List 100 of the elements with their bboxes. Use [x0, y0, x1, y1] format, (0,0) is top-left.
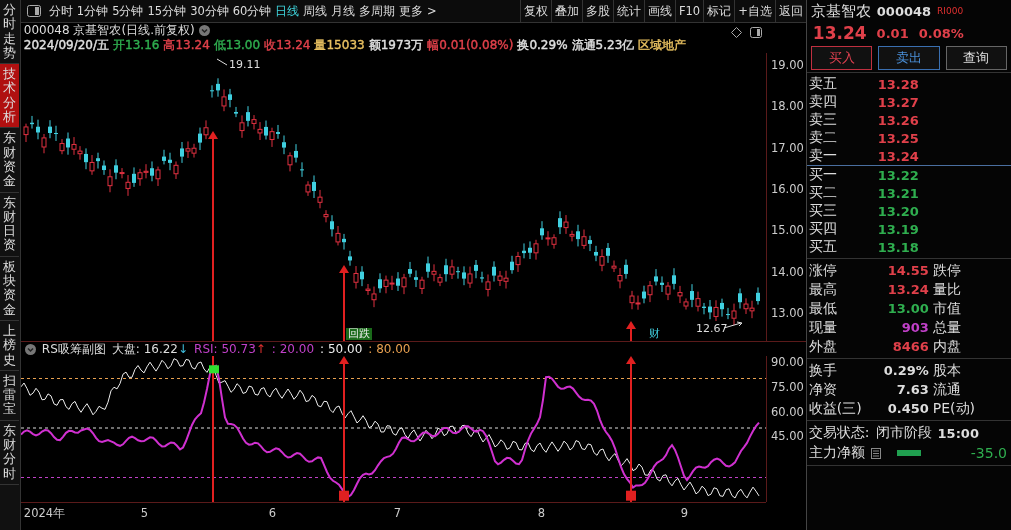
axis-tick: 75.00 [770, 379, 804, 394]
stat-label: 流通 [932, 380, 961, 399]
down-arrow-icon: ↓ [178, 342, 189, 356]
quote-value: 高13.24 [163, 37, 210, 54]
order-level-label: 买一 [808, 166, 838, 184]
period-tab[interactable]: 15分钟 [145, 3, 189, 19]
order-price: 13.27 [876, 94, 919, 110]
chart-title: 000048 京基智农(日线.前复权) [23, 22, 195, 39]
toolbar-button[interactable]: 统计 [612, 0, 644, 22]
side-tab[interactable]: 东财日资 [0, 192, 19, 257]
axis-tick: 60.00 [770, 404, 804, 419]
quote-value: 量15033 [314, 37, 365, 54]
mid-line-value: : 50.00 [320, 342, 363, 356]
signal-marker [338, 490, 349, 501]
stat-value: 13.24 [886, 282, 930, 297]
order-level-label: 买五 [808, 238, 838, 256]
trade-button[interactable]: 查询 [945, 46, 1007, 70]
axis-tick: 16.00 [770, 181, 804, 196]
toolbar-button[interactable]: F10 [674, 0, 704, 22]
order-level-label: 卖五 [808, 75, 838, 93]
period-tab[interactable]: 分时 [46, 3, 75, 19]
order-level-label: 卖二 [808, 129, 838, 147]
up-arrow-icon: ↑ [255, 342, 266, 356]
period-tab[interactable]: 月线 [329, 3, 358, 19]
period-tab[interactable]: 1分钟 [74, 3, 111, 19]
price-change: 0.01 [876, 25, 909, 41]
axis-tick: 13.00 [770, 305, 804, 320]
period-tab[interactable]: 周线 [301, 3, 330, 19]
toolbar-button[interactable]: 标记 [703, 0, 735, 22]
trade-button[interactable]: 买入 [810, 46, 873, 70]
quote-value: 低13.00 [213, 37, 261, 54]
quote-value: 换0.29% [517, 37, 568, 54]
high-price-label: 19.11 [228, 58, 261, 71]
trade-button[interactable]: 卖出 [878, 46, 940, 70]
toolbar-button[interactable]: 复权 [519, 0, 551, 22]
period-tab[interactable]: 60分钟 [230, 3, 274, 19]
stat-value: 13.00 [886, 301, 930, 316]
main-force-value: -35.0 [970, 445, 1008, 461]
side-tab[interactable]: 技术分析 [0, 64, 19, 129]
panel-toggle-icon[interactable] [26, 5, 41, 17]
period-tab[interactable]: 更多 > [397, 3, 439, 19]
side-tab[interactable]: 东财分时 [0, 420, 19, 485]
stat-label: PE(动) [932, 399, 976, 418]
quote-value: 收13.24 [264, 37, 311, 54]
panel-toggle-icon[interactable] [749, 27, 762, 38]
axis-tick: 15.00 [770, 223, 804, 238]
axis-tick: 17.00 [770, 140, 804, 155]
stat-label: 总量 [932, 318, 961, 337]
period-tab[interactable]: 多周期 [357, 3, 398, 19]
stat-label: 外盘 [808, 337, 838, 356]
axis-tick: 19.00 [770, 58, 804, 72]
order-price: 13.28 [876, 76, 919, 92]
order-level-label: 卖一 [808, 147, 838, 165]
toolbar-button[interactable]: 叠加 [550, 0, 582, 22]
stat-value: 0.29% [882, 363, 930, 378]
signal-arrow [625, 321, 636, 341]
stat-label: 股本 [932, 361, 961, 380]
order-level-label: 买二 [808, 184, 838, 202]
list-icon[interactable] [870, 447, 881, 459]
toolbar-button[interactable]: 多股 [581, 0, 613, 22]
side-tab[interactable]: 板块资金 [0, 256, 19, 321]
stat-value: 903 [900, 320, 930, 335]
side-tab[interactable]: 上榜史 [0, 320, 19, 371]
stat-label: 现量 [808, 318, 838, 337]
time-label: 6 [268, 506, 277, 520]
stat-label: 收益(三) [808, 399, 863, 418]
period-tab[interactable]: 日线 [273, 3, 302, 19]
order-price: 13.26 [876, 112, 919, 128]
side-tab[interactable]: 扫雷宝 [0, 370, 19, 421]
quote-value: 额1973万 [368, 37, 424, 54]
order-level-label: 卖四 [808, 93, 838, 111]
toolbar-button[interactable]: 返回 [774, 0, 806, 22]
period-tab[interactable]: 5分钟 [110, 3, 146, 19]
leader-line [216, 58, 228, 66]
side-tab[interactable]: 东财资金 [0, 128, 19, 193]
axis-tick: 45.00 [770, 429, 804, 444]
indicator-name: RS吸筹副图 [41, 340, 106, 358]
flow-bar [896, 450, 921, 456]
axis-tick: 14.00 [770, 264, 804, 279]
dropdown-icon[interactable] [198, 25, 210, 36]
stat-label: 最低 [808, 299, 838, 318]
order-price: 13.18 [876, 239, 919, 255]
time-label: 5 [140, 506, 149, 520]
last-price: 13.24 [812, 23, 867, 43]
axis-tick: 18.00 [770, 99, 804, 114]
time-label: 9 [680, 506, 689, 520]
status-time: 15:00 [937, 425, 979, 441]
order-price: 13.22 [876, 167, 919, 183]
order-level-label: 买四 [808, 220, 838, 238]
quote-value: 幅0.01(0.08%) [427, 37, 514, 54]
main-force-label: 主力净额 [808, 444, 865, 462]
toolbar-button[interactable]: +自选 [734, 0, 775, 22]
period-tab[interactable]: 30分钟 [188, 3, 231, 19]
toolbar-button[interactable]: 画线 [643, 0, 675, 22]
diamond-icon[interactable] [730, 27, 742, 38]
dropdown-icon[interactable] [24, 343, 36, 355]
time-label: 2024年 [23, 506, 66, 521]
stat-label: 净资 [808, 380, 838, 399]
quote-value: 开13.16 [113, 37, 160, 54]
low-price-label: 12.67 [695, 322, 728, 335]
